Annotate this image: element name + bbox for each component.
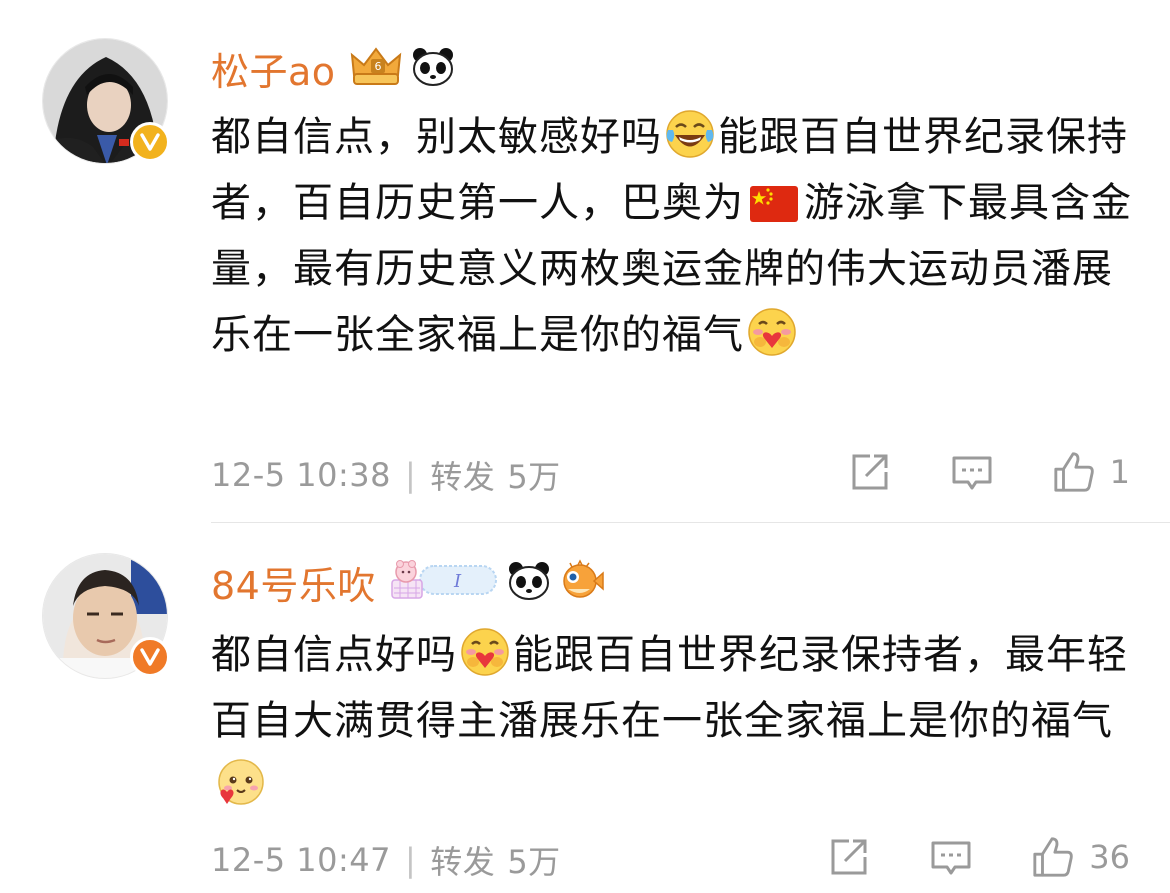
comment-time: 12-5 10:38 bbox=[211, 456, 392, 494]
share-icon[interactable] bbox=[827, 835, 871, 879]
meta-separator: | bbox=[405, 456, 417, 494]
verified-icon bbox=[130, 637, 170, 677]
reply-icon[interactable] bbox=[929, 835, 973, 879]
comment-actions: 1 bbox=[848, 450, 1130, 494]
like-icon[interactable] bbox=[1031, 835, 1075, 879]
share-icon[interactable] bbox=[848, 450, 892, 494]
username-row: 松子ao 6 bbox=[211, 40, 456, 96]
user-badges: I bbox=[388, 558, 604, 606]
username[interactable]: 84号乐吹 bbox=[211, 555, 376, 610]
comment-divider bbox=[211, 522, 1170, 523]
comment-text-segment: 都自信点好吗 bbox=[211, 632, 457, 678]
verified-icon bbox=[130, 122, 170, 162]
shy-heart-emoji bbox=[213, 758, 265, 810]
comment-meta: 12-5 10:47 | 转发 5万 bbox=[211, 837, 561, 883]
comment-meta: 12-5 10:38 | 转发 5万 bbox=[211, 452, 561, 498]
china-flag-icon bbox=[750, 176, 798, 222]
comment-text-segment: 都自信点，别太敏感好吗 bbox=[211, 114, 662, 160]
comment-time: 12-5 10:47 bbox=[211, 841, 392, 879]
comment-text: 都自信点好吗 能跟百自世界纪录保持者，最年轻百自大满贯得主潘展乐在一张全家福上是… bbox=[211, 622, 1141, 820]
user-badges: 6 bbox=[348, 45, 456, 91]
laugh-cry-emoji bbox=[664, 108, 716, 160]
username[interactable]: 松子ao bbox=[211, 41, 336, 96]
like-count: 1 bbox=[1109, 453, 1130, 491]
repost-label[interactable]: 转发 bbox=[430, 452, 495, 498]
pufferfish-icon bbox=[558, 559, 604, 605]
avatar[interactable] bbox=[42, 553, 170, 679]
like-count: 36 bbox=[1089, 838, 1130, 876]
reply-icon[interactable] bbox=[950, 450, 994, 494]
username-row: 84号乐吹 I bbox=[211, 554, 604, 610]
hug-heart-emoji bbox=[746, 306, 798, 358]
pink-badge-icon[interactable]: I bbox=[388, 558, 500, 606]
panda-icon bbox=[506, 559, 552, 605]
meta-separator: | bbox=[405, 841, 417, 879]
hug-heart-emoji bbox=[459, 626, 511, 678]
badge-text: I bbox=[453, 571, 462, 592]
panda-icon bbox=[410, 45, 456, 91]
comment-actions: 36 bbox=[827, 835, 1130, 879]
svg-text:6: 6 bbox=[374, 60, 381, 73]
like-icon[interactable] bbox=[1052, 450, 1096, 494]
repost-label[interactable]: 转发 bbox=[430, 837, 495, 883]
comment-text: 都自信点，别太敏感好吗 能跟百自世界纪录保持者，百自历史第一人，巴奥为 游泳拿下… bbox=[211, 104, 1141, 368]
repost-count: 5万 bbox=[507, 843, 561, 881]
avatar[interactable] bbox=[42, 38, 170, 164]
crown-badge-icon[interactable]: 6 bbox=[348, 45, 404, 91]
repost-count: 5万 bbox=[507, 458, 561, 496]
